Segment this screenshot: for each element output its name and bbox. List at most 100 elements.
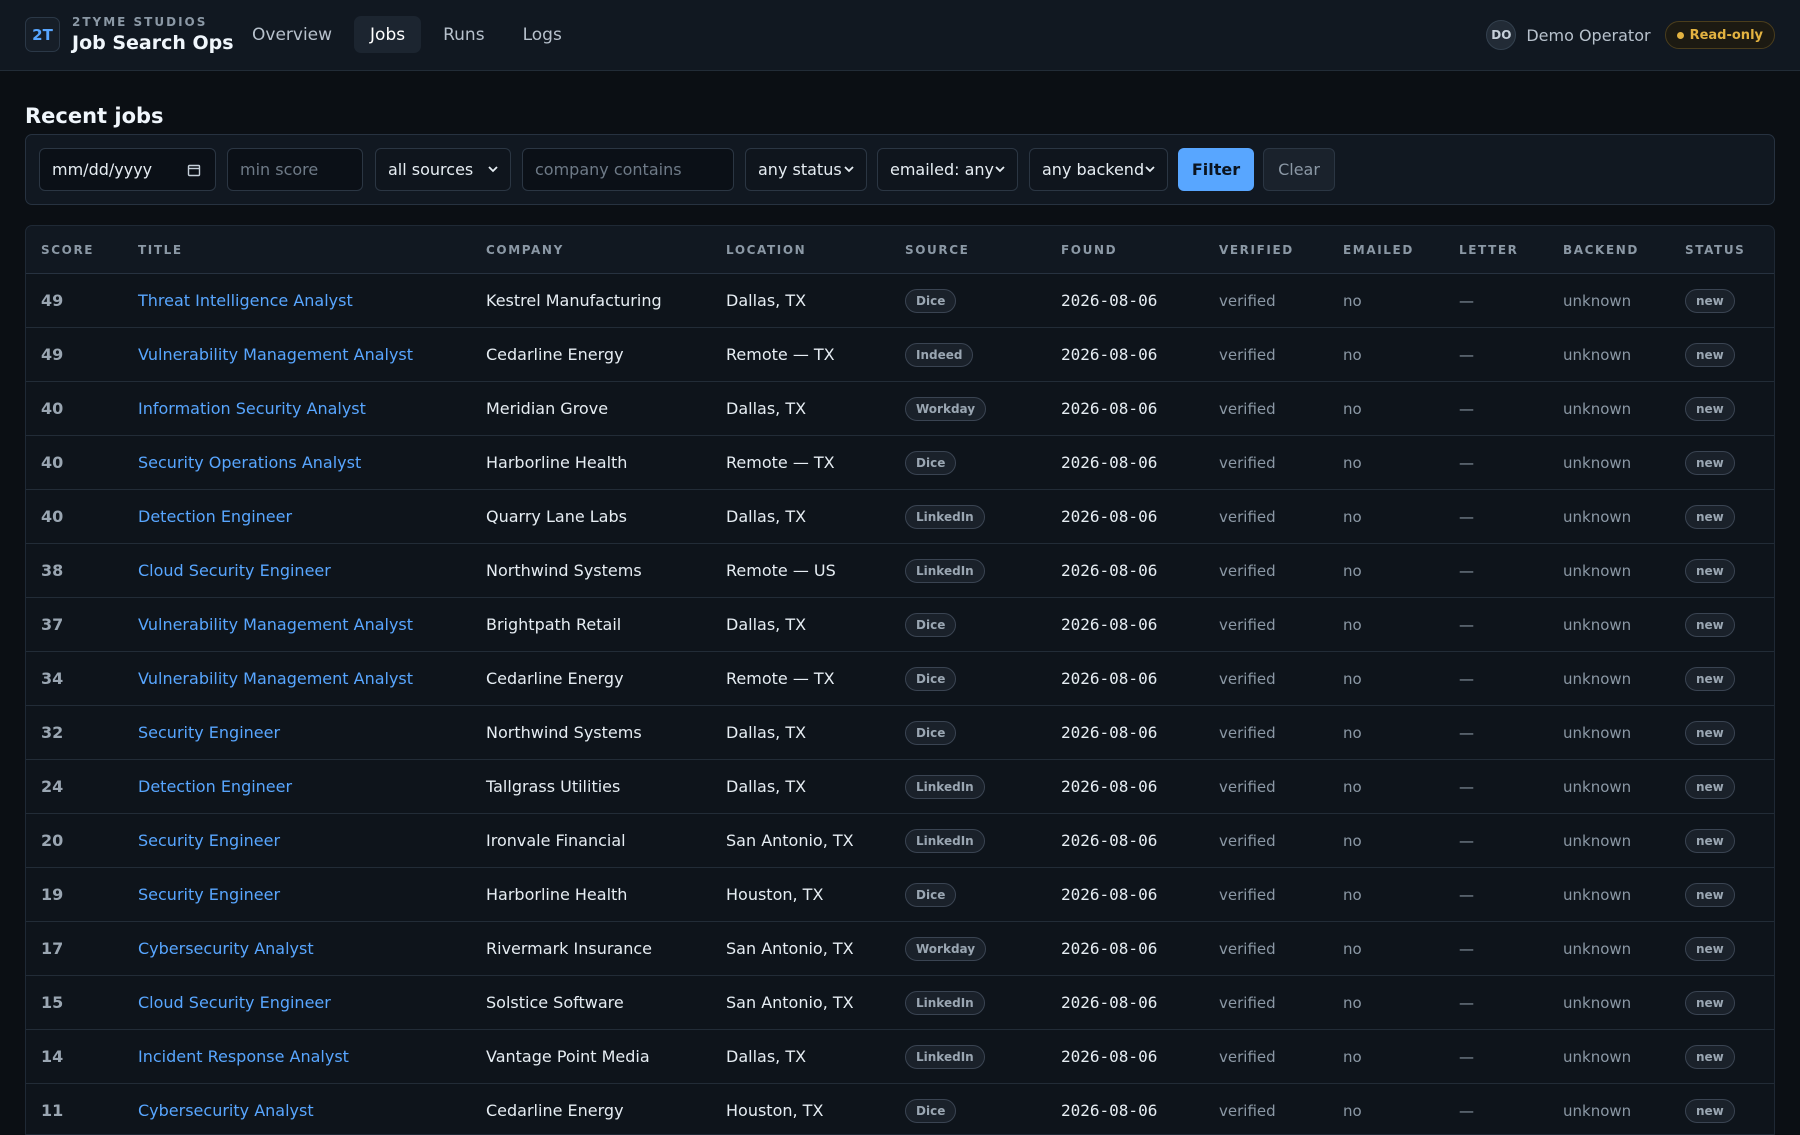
nav-logs[interactable]: Logs bbox=[507, 16, 578, 53]
col-score[interactable]: SCORE bbox=[41, 243, 94, 257]
col-emailed[interactable]: EMAILED bbox=[1343, 243, 1414, 257]
col-company[interactable]: COMPANY bbox=[486, 243, 564, 257]
row-verified: verified bbox=[1219, 1047, 1276, 1066]
cell-source: Dice bbox=[905, 1084, 957, 1134]
chevron-down-icon bbox=[995, 166, 1005, 173]
table-row[interactable]: 20 Security Engineer Ironvale Financial San… bbox=[26, 814, 1774, 868]
table-row[interactable]: 34 Vulnerability Management Analyst Cedarl… bbox=[26, 652, 1774, 706]
row-backend: unknown bbox=[1563, 345, 1632, 364]
job-title-link[interactable]: Vulnerability Management Analyst bbox=[138, 345, 413, 364]
col-backend[interactable]: BACKEND bbox=[1563, 243, 1639, 257]
cell-emailed: no bbox=[1343, 436, 1362, 489]
clear-button[interactable]: Clear bbox=[1263, 148, 1335, 191]
job-title-link[interactable]: Security Operations Analyst bbox=[138, 453, 361, 472]
row-letter: — bbox=[1459, 939, 1474, 958]
cell-verified: verified bbox=[1219, 976, 1276, 1029]
emailed-select[interactable]: emailed: any bbox=[877, 148, 1018, 191]
cell-source: LinkedIn bbox=[905, 1030, 985, 1083]
col-source[interactable]: SOURCE bbox=[905, 243, 969, 257]
col-title[interactable]: TITLE bbox=[138, 243, 183, 257]
job-title-link[interactable]: Detection Engineer bbox=[138, 777, 292, 796]
date-input[interactable]: mm/dd/yyyy bbox=[39, 148, 216, 191]
cell-letter: — bbox=[1459, 544, 1474, 597]
table-row[interactable]: 40 Information Security Analyst Meridian G… bbox=[26, 382, 1774, 436]
job-title-link[interactable]: Detection Engineer bbox=[138, 507, 292, 526]
cell-score: 49 bbox=[41, 328, 63, 381]
job-title-link[interactable]: Cybersecurity Analyst bbox=[138, 1101, 314, 1120]
col-verified[interactable]: VERIFIED bbox=[1219, 243, 1294, 257]
job-title-link[interactable]: Cloud Security Engineer bbox=[138, 561, 331, 580]
cell-letter: — bbox=[1459, 490, 1474, 543]
row-emailed: no bbox=[1343, 399, 1362, 418]
nav-jobs[interactable]: Jobs bbox=[354, 16, 422, 53]
table-row[interactable]: 19 Security Engineer Harborline Health Hous… bbox=[26, 868, 1774, 922]
cell-verified: verified bbox=[1219, 814, 1276, 867]
row-verified: verified bbox=[1219, 1101, 1276, 1120]
table-row[interactable]: 49 Threat Intelligence Analyst Kestrel Man… bbox=[26, 274, 1774, 328]
row-score: 38 bbox=[41, 561, 64, 580]
cell-letter: — bbox=[1459, 976, 1474, 1029]
cell-emailed: no bbox=[1343, 760, 1362, 813]
cell-company: Northwind Systems bbox=[486, 544, 642, 597]
job-title-link[interactable]: Cybersecurity Analyst bbox=[138, 939, 314, 958]
table-row[interactable]: 40 Security Operations Analyst Harborline … bbox=[26, 436, 1774, 490]
status-select[interactable]: any status bbox=[745, 148, 867, 191]
col-letter[interactable]: LETTER bbox=[1459, 243, 1519, 257]
job-title-link[interactable]: Security Engineer bbox=[138, 723, 280, 742]
cell-letter: — bbox=[1459, 814, 1474, 867]
table-row[interactable]: 11 Cybersecurity Analyst Cedarline Energy H… bbox=[26, 1084, 1774, 1134]
source-select-value: all sources bbox=[388, 160, 474, 179]
row-found-date: 2026-08-06 bbox=[1061, 453, 1158, 472]
job-title-link[interactable]: Security Engineer bbox=[138, 885, 280, 904]
table-row[interactable]: 38 Cloud Security Engineer Northwind Syste… bbox=[26, 544, 1774, 598]
nav-overview[interactable]: Overview bbox=[236, 16, 348, 53]
cell-verified: verified bbox=[1219, 1030, 1276, 1083]
source-select[interactable]: all sources bbox=[375, 148, 511, 191]
status-badge: new bbox=[1685, 396, 1735, 421]
cell-emailed: no bbox=[1343, 1030, 1362, 1083]
cell-location: Remote — TX bbox=[726, 328, 835, 381]
backend-select[interactable]: any backend bbox=[1029, 148, 1168, 191]
row-letter: — bbox=[1459, 777, 1474, 796]
col-found[interactable]: FOUND bbox=[1061, 243, 1117, 257]
table-row[interactable]: 14 Incident Response Analyst Vantage Point… bbox=[26, 1030, 1774, 1084]
avatar[interactable]: DO bbox=[1486, 20, 1517, 50]
row-location: Dallas, TX bbox=[726, 507, 807, 526]
cell-letter: — bbox=[1459, 868, 1474, 921]
cell-company: Northwind Systems bbox=[486, 706, 642, 759]
table-row[interactable]: 24 Detection Engineer Tallgrass Utilities D… bbox=[26, 760, 1774, 814]
nav-runs[interactable]: Runs bbox=[427, 16, 500, 53]
row-backend: unknown bbox=[1563, 291, 1632, 310]
cell-status: new bbox=[1685, 706, 1735, 759]
cell-score: 14 bbox=[41, 1030, 63, 1083]
row-backend: unknown bbox=[1563, 939, 1632, 958]
table-row[interactable]: 15 Cloud Security Engineer Solstice Softwa… bbox=[26, 976, 1774, 1030]
job-title-link[interactable]: Security Engineer bbox=[138, 831, 280, 850]
table-row[interactable]: 32 Security Engineer Northwind Systems Dall… bbox=[26, 706, 1774, 760]
table-row[interactable]: 40 Detection Engineer Quarry Lane Labs Dall… bbox=[26, 490, 1774, 544]
row-score: 32 bbox=[41, 723, 64, 742]
job-title-link[interactable]: Vulnerability Management Analyst bbox=[138, 615, 413, 634]
row-company: Ironvale Financial bbox=[486, 831, 626, 850]
job-title-link[interactable]: Vulnerability Management Analyst bbox=[138, 669, 413, 688]
cell-score: 40 bbox=[41, 382, 63, 435]
source-badge: LinkedIn bbox=[905, 1044, 985, 1069]
job-title-link[interactable]: Cloud Security Engineer bbox=[138, 993, 331, 1012]
col-status[interactable]: STATUS bbox=[1685, 243, 1745, 257]
min-score-input[interactable]: min score bbox=[227, 148, 363, 191]
brand-subtitle: 2TYME STUDIOS bbox=[72, 15, 208, 29]
job-title-link[interactable]: Incident Response Analyst bbox=[138, 1047, 349, 1066]
table-row[interactable]: 17 Cybersecurity Analyst Rivermark Insuran… bbox=[26, 922, 1774, 976]
table-row[interactable]: 37 Vulnerability Management Analyst Bright… bbox=[26, 598, 1774, 652]
cell-title: Security Engineer bbox=[138, 706, 280, 759]
table-row[interactable]: 49 Vulnerability Management Analyst Cedarl… bbox=[26, 328, 1774, 382]
company-input[interactable]: company contains bbox=[522, 148, 734, 191]
col-location[interactable]: LOCATION bbox=[726, 243, 806, 257]
cell-verified: verified bbox=[1219, 274, 1276, 327]
job-title-link[interactable]: Threat Intelligence Analyst bbox=[138, 291, 353, 310]
row-verified: verified bbox=[1219, 615, 1276, 634]
filter-button[interactable]: Filter bbox=[1178, 148, 1254, 191]
calendar-icon[interactable] bbox=[187, 163, 201, 177]
job-title-link[interactable]: Information Security Analyst bbox=[138, 399, 366, 418]
row-verified: verified bbox=[1219, 507, 1276, 526]
